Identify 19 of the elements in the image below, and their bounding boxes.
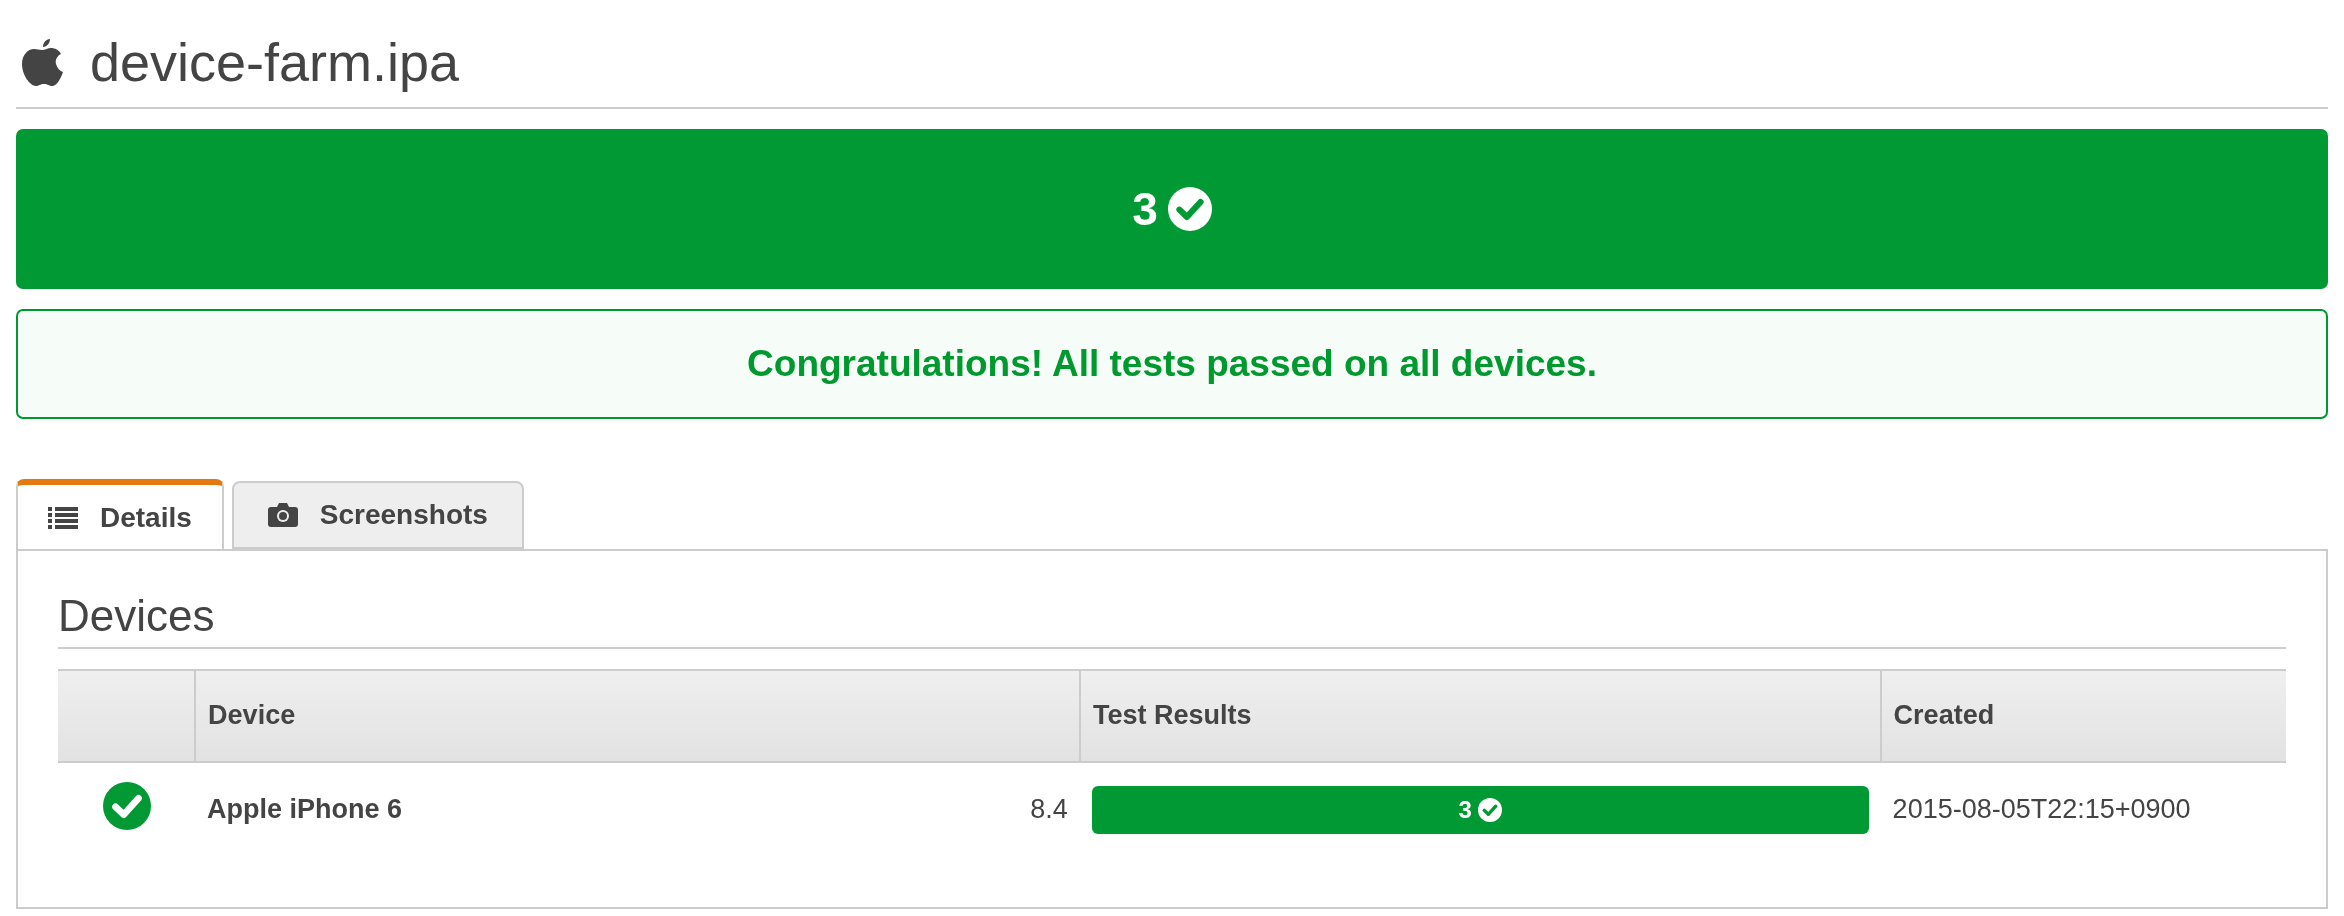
header-cell: Test Results	[1079, 669, 1881, 762]
list-icon	[48, 505, 78, 530]
success-message: Congratulations! All tests passed on all devices.	[747, 342, 1597, 385]
page-title: device-farm.ipa	[90, 31, 460, 94]
tab[interactable]: Details	[16, 478, 224, 551]
camera-icon	[267, 501, 298, 528]
check-circle-icon	[1477, 797, 1502, 822]
passed-count: 3	[1458, 795, 1472, 824]
check-circle-icon	[102, 782, 151, 831]
section-title: Devices	[58, 590, 2286, 649]
os-version: 8.4	[1030, 794, 1068, 826]
check-circle-icon	[1167, 186, 1212, 231]
device-name: Apple iPhone 6	[207, 794, 403, 826]
header-cell: Device	[195, 669, 1080, 762]
header-cell: Created	[1880, 669, 2286, 762]
apple-logo-icon	[20, 36, 64, 89]
passed-count: 3	[1132, 181, 1158, 236]
tab[interactable]: Screenshots	[231, 480, 524, 549]
created-date: 2015-08-05T22:15+0900	[1892, 794, 2191, 825]
